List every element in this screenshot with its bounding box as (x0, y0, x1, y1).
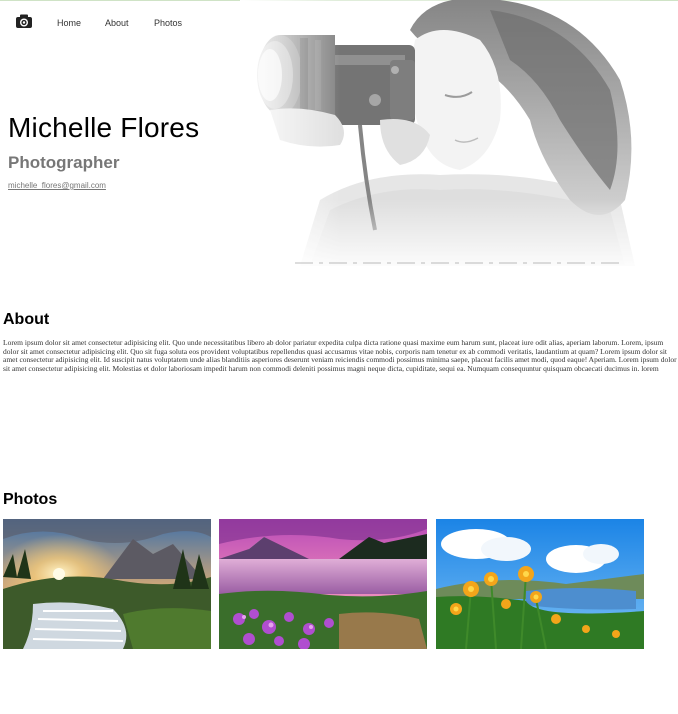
photographer-photo (240, 0, 640, 266)
hero-title: Photographer (8, 153, 120, 172)
yellow-flowers-lake-photo[interactable] (436, 519, 644, 649)
nav-about-link[interactable]: About (105, 18, 129, 28)
about-heading: About (3, 311, 50, 328)
purple-lake-mountain-photo[interactable] (219, 519, 427, 649)
about-text: Lorem ipsum dolor sit amet consectetur a… (3, 338, 677, 373)
nav-home-link[interactable]: Home (57, 18, 81, 28)
camera-icon[interactable] (15, 13, 33, 29)
email-link[interactable]: michelle_flores@gmail.com (8, 181, 106, 190)
photos-heading: Photos (3, 491, 58, 508)
waterfall-sunset-photo[interactable] (3, 519, 211, 649)
hero-name: Michelle Flores (8, 112, 200, 143)
nav-photos-link[interactable]: Photos (154, 18, 182, 28)
